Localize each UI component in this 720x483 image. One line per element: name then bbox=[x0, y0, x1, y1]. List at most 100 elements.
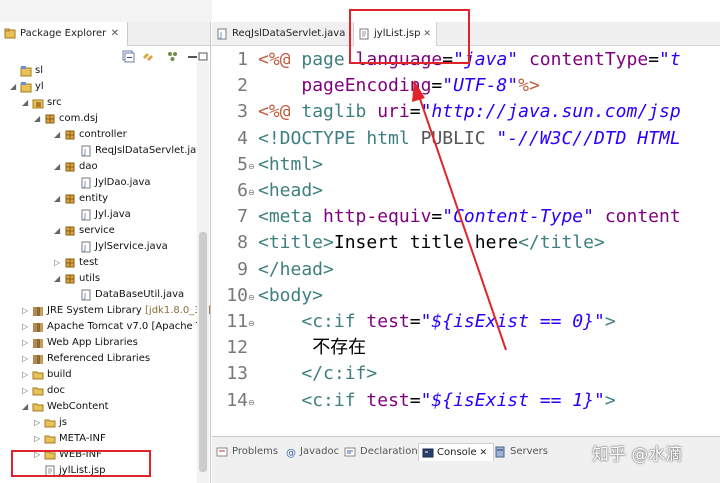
console-output bbox=[216, 474, 716, 483]
collapsed-arrow-icon[interactable]: ▷ bbox=[22, 383, 32, 399]
collapsed-arrow-icon[interactable]: ▷ bbox=[34, 415, 44, 431]
code-token: <head> bbox=[258, 180, 324, 201]
collapsed-arrow-icon[interactable]: ▷ bbox=[34, 431, 44, 447]
tree-item[interactable]: ◢ controller bbox=[0, 127, 196, 143]
expanded-arrow-icon[interactable]: ◢ bbox=[10, 79, 20, 95]
tree-item[interactable]: ◢ dao bbox=[0, 159, 196, 175]
code-line: <!DOCTYPE html PUBLIC "-//W3C//DTD HTML bbox=[258, 126, 681, 152]
expanded-arrow-icon[interactable]: ◢ bbox=[22, 95, 32, 111]
tree-item[interactable]: ▷ Web App Libraries bbox=[0, 335, 196, 351]
tree-item[interactable]: ▷ build bbox=[0, 367, 196, 383]
tree-item[interactable]: ◢ yl bbox=[0, 79, 196, 95]
code-token: PUBLIC bbox=[420, 127, 497, 149]
code-editor[interactable]: <%@ page language="java" contentType="t … bbox=[256, 46, 720, 436]
line-number: 6 bbox=[237, 180, 248, 201]
collapsed-arrow-icon[interactable]: ▷ bbox=[22, 303, 32, 319]
tree-item[interactable]: ▷ doc bbox=[0, 383, 196, 399]
tree-item-label: controller bbox=[79, 129, 127, 140]
tree-item-label: Web App Libraries bbox=[47, 337, 138, 348]
code-token: = bbox=[648, 49, 660, 70]
tree-item[interactable]: J ReqJslDataServlet.java bbox=[0, 143, 208, 159]
expanded-arrow-icon[interactable]: ◢ bbox=[54, 223, 64, 239]
code-token: <title> bbox=[258, 232, 334, 254]
tree-item-label: com.dsj bbox=[59, 113, 98, 124]
tree-item[interactable]: ◢ service bbox=[0, 223, 196, 239]
collapsed-arrow-icon[interactable]: ▷ bbox=[22, 335, 32, 351]
console-icon bbox=[422, 448, 434, 458]
code-token: <%@ bbox=[258, 49, 302, 70]
library-icon bbox=[33, 339, 43, 348]
link-with-editor-icon[interactable] bbox=[141, 50, 154, 63]
tree-item[interactable]: J JylService.java bbox=[0, 239, 196, 255]
bottom-tab[interactable]: Declaration bbox=[344, 443, 418, 461]
tree-item[interactable]: J JylDao.java bbox=[0, 175, 196, 191]
code-token: pageEncoding bbox=[301, 75, 432, 97]
collapse-all-icon[interactable] bbox=[122, 50, 135, 63]
expanded-arrow-icon[interactable]: ◢ bbox=[34, 111, 44, 127]
editor-tab[interactable]: J ReqJslDataServlet.java bbox=[212, 22, 347, 46]
collapsed-arrow-icon[interactable]: ▷ bbox=[54, 255, 64, 271]
svg-text:J: J bbox=[83, 244, 86, 252]
fold-toggle-icon[interactable]: ⊖ bbox=[248, 188, 255, 197]
tree-item[interactable]: ◢ entity bbox=[0, 191, 196, 207]
package-explorer-tab[interactable]: Package Explorer ✕ bbox=[0, 22, 128, 46]
code-line: </head> bbox=[258, 257, 334, 283]
code-token: "${isExist == 1}" bbox=[420, 389, 605, 411]
servers-icon bbox=[495, 446, 505, 458]
tree-item[interactable]: ▷ META-INF bbox=[0, 431, 196, 447]
package-icon bbox=[65, 226, 75, 236]
tree-item[interactable]: J Jyl.java bbox=[0, 207, 196, 223]
bottom-tab[interactable]: Console ✕ bbox=[418, 443, 495, 461]
collapsed-arrow-icon[interactable]: ▷ bbox=[22, 367, 32, 383]
code-token: "Content-Type" bbox=[442, 206, 594, 228]
svg-text:J: J bbox=[83, 292, 86, 300]
tree-item[interactable]: ▷ JRE System Library [jdk1.8.0_31] bbox=[0, 303, 211, 319]
close-icon[interactable]: ✕ bbox=[111, 22, 119, 46]
expanded-arrow-icon[interactable]: ◢ bbox=[54, 191, 64, 207]
tree-item-label: DataBaseUtil.java bbox=[95, 289, 185, 300]
explorer-scrollbar-thumb[interactable] bbox=[199, 232, 207, 472]
svg-text:J: J bbox=[83, 212, 86, 220]
code-line: <html> bbox=[258, 152, 323, 178]
tree-item[interactable]: ◢ com.dsj bbox=[0, 111, 196, 127]
tree-item[interactable]: ◢ src bbox=[0, 95, 196, 111]
package-explorer-tab-label: Package Explorer bbox=[20, 28, 107, 39]
bottom-tab[interactable]: Problems bbox=[216, 443, 278, 461]
watermark-text: 知乎 @水滴 bbox=[592, 445, 683, 465]
collapsed-arrow-icon[interactable]: ▷ bbox=[22, 351, 32, 367]
bottom-tab-label: Javadoc bbox=[300, 446, 340, 457]
tree-item-label: JylDao.java bbox=[95, 177, 151, 188]
tree-item[interactable]: ▷ test bbox=[0, 255, 196, 271]
code-token: "UTF-8" bbox=[442, 75, 519, 97]
explorer-scrollbar[interactable] bbox=[197, 62, 209, 483]
view-menu-icon[interactable] bbox=[166, 50, 179, 63]
expanded-arrow-icon[interactable]: ◢ bbox=[54, 127, 64, 143]
fold-toggle-icon[interactable]: ⊖ bbox=[248, 293, 255, 302]
tree-item[interactable]: ▷ Apache Tomcat v7.0 [Apache T bbox=[0, 319, 202, 335]
code-token: "http://java.sun.com/jsp bbox=[420, 101, 681, 123]
collapsed-arrow-icon[interactable]: ▷ bbox=[22, 319, 32, 335]
tree-item[interactable]: ◢ WebContent bbox=[0, 399, 196, 415]
tree-item[interactable]: J DataBaseUtil.java bbox=[0, 287, 196, 303]
fold-toggle-icon[interactable]: ⊖ bbox=[248, 319, 255, 328]
editor-tab-label: ReqJslDataServlet.java bbox=[232, 28, 346, 39]
fold-toggle-icon[interactable]: ⊖ bbox=[248, 398, 255, 407]
expanded-arrow-icon[interactable]: ◢ bbox=[54, 271, 64, 287]
code-line: </c:if> bbox=[258, 361, 377, 387]
package-icon bbox=[65, 274, 75, 284]
fold-toggle-icon[interactable]: ⊖ bbox=[248, 162, 255, 171]
bottom-tab[interactable]: Servers bbox=[494, 443, 548, 461]
bottom-tab[interactable]: @ Javadoc bbox=[284, 443, 339, 461]
expanded-arrow-icon[interactable]: ◢ bbox=[22, 399, 32, 415]
expanded-arrow-icon[interactable]: ◢ bbox=[54, 159, 64, 175]
project-icon bbox=[20, 82, 32, 93]
tree-item[interactable]: sl bbox=[0, 63, 196, 79]
code-token: %> bbox=[518, 75, 540, 97]
tree-item[interactable]: ▷ js bbox=[0, 415, 196, 431]
tree-item-label: META-INF bbox=[59, 433, 106, 444]
code-token: </head> bbox=[258, 258, 334, 280]
close-icon[interactable]: ✕ bbox=[477, 448, 488, 458]
tree-item[interactable]: ◢ utils bbox=[0, 271, 196, 287]
tree-item[interactable]: ▷ Referenced Libraries bbox=[0, 351, 196, 367]
